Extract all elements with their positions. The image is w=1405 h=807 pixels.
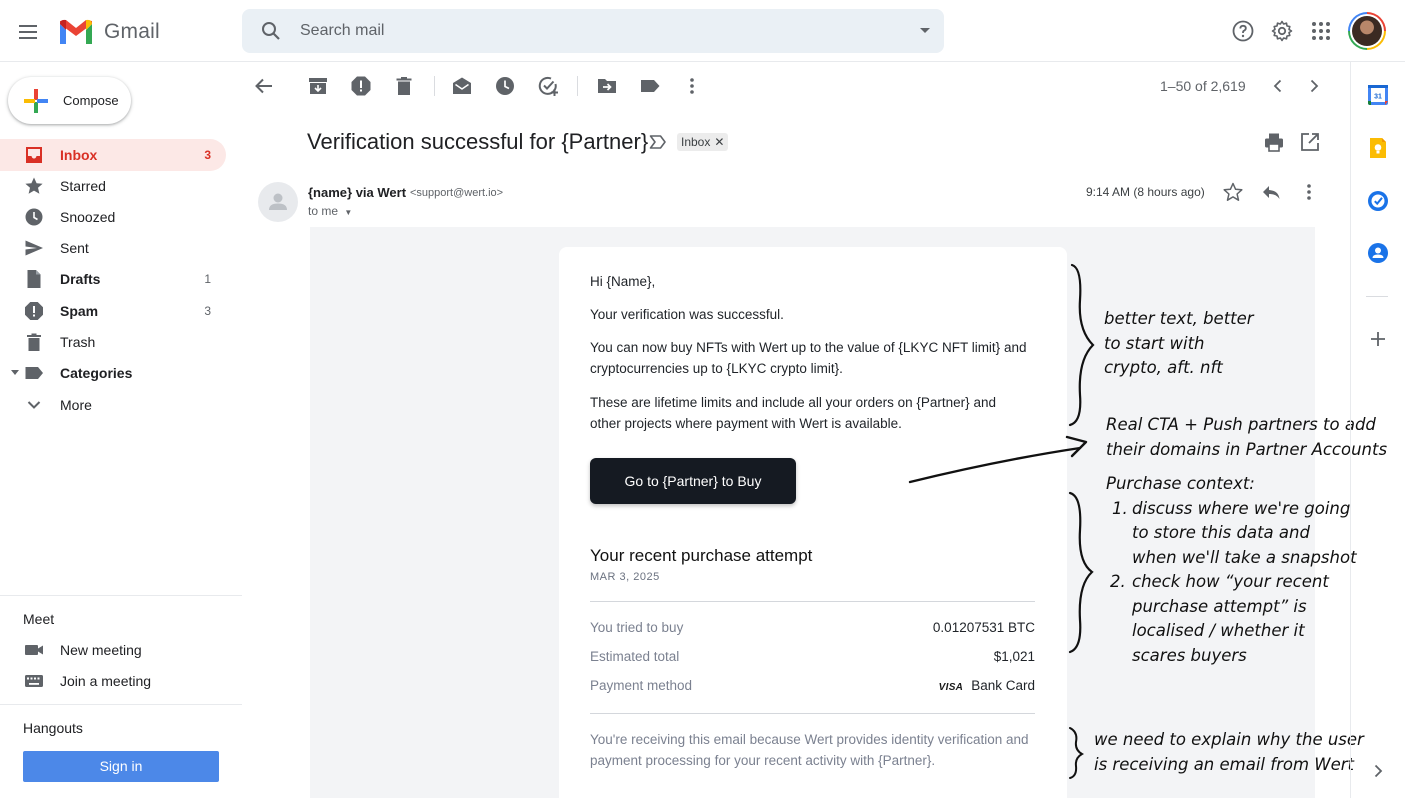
annotation-line: Real CTA + Push partners to add: [1106, 415, 1376, 434]
annotation-brace-2: [1068, 491, 1094, 654]
contacts-icon[interactable]: [1367, 242, 1389, 264]
annotation-line: purchase attempt” is: [1132, 596, 1307, 616]
annotation-arrow: [908, 446, 1082, 484]
annotation-purchase-context: Purchase context: 1. discuss where we're…: [1106, 472, 1357, 668]
annotation-strokes: [908, 263, 1095, 779]
tasks-icon[interactable]: [1367, 190, 1389, 212]
annotation-line: localised / whether it: [1132, 621, 1305, 640]
annotation-note-text: better text, better to start with crypto…: [1104, 307, 1254, 381]
keep-notes-icon[interactable]: [1367, 137, 1389, 159]
annotation-arrowhead: [1065, 435, 1088, 458]
annotation-footer-text: we need to explain why the user is recei…: [1094, 728, 1364, 777]
annotation-line: discuss where we're going: [1132, 498, 1351, 518]
annotation-list-item: 2. check how “your recent purchase attem…: [1106, 570, 1357, 668]
annotation-title: Purchase context:: [1106, 474, 1255, 493]
annotation-line: is receiving an email from Wert: [1094, 754, 1354, 774]
annotation-line: we need to explain why the user: [1094, 730, 1364, 749]
rail-divider: [1366, 296, 1388, 297]
svg-text:31: 31: [1374, 94, 1382, 101]
calendar-icon[interactable]: 31: [1367, 84, 1389, 106]
side-panel-rail: [1350, 62, 1405, 798]
show-side-panel-chevron-icon[interactable]: [1367, 760, 1389, 782]
annotation-number: 1.: [1112, 498, 1128, 518]
annotation-line: their domains in Partner Accounts: [1106, 439, 1388, 459]
annotation-brace-1: [1068, 263, 1095, 427]
annotation-list-item: 1. discuss where we're going to store th…: [1106, 497, 1357, 571]
annotation-line: to store this data and: [1132, 523, 1310, 542]
annotation-line: crypto, aft. nft: [1104, 358, 1223, 377]
annotation-cta-text: Real CTA + Push partners to add their do…: [1106, 413, 1387, 462]
annotation-line: check how “your recent: [1132, 572, 1329, 591]
annotation-line: to start with: [1104, 333, 1205, 353]
get-addons-plus-icon[interactable]: [1367, 328, 1389, 350]
annotation-number: 2.: [1110, 572, 1126, 591]
annotation-line: when we'll take a snapshot: [1132, 547, 1357, 567]
annotation-line: scares buyers: [1132, 645, 1247, 665]
annotation-line: better text, better: [1104, 309, 1254, 328]
annotation-brace-3: [1069, 727, 1085, 779]
